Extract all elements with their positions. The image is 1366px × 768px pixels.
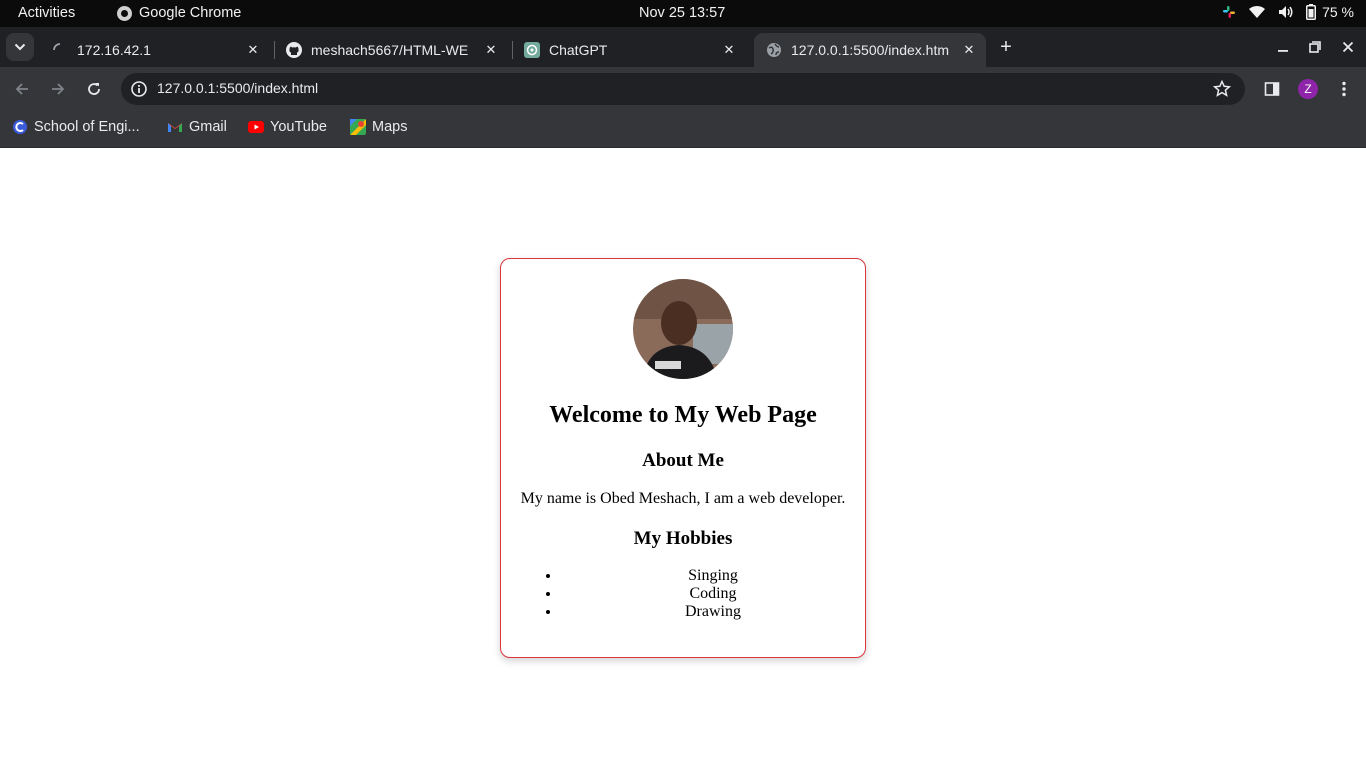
bookmark-label: Maps <box>372 119 408 135</box>
loading-spinner-icon <box>52 42 68 58</box>
close-window-button[interactable] <box>1336 35 1360 59</box>
bookmark-youtube[interactable]: YouTube <box>248 119 327 135</box>
back-button[interactable] <box>8 75 36 103</box>
bookmark-label: YouTube <box>270 119 327 135</box>
more-vertical-icon <box>1342 81 1346 97</box>
bookmark-school[interactable]: School of Engi... <box>12 119 140 135</box>
gmail-icon <box>167 119 183 135</box>
url-text[interactable]: 127.0.0.1:5500/index.html <box>157 80 318 96</box>
tab-2[interactable]: meshach5667/HTML-WE ✕ <box>278 33 508 67</box>
list-item: Singing <box>561 567 865 585</box>
back-arrow-icon <box>15 83 28 95</box>
chevron-down-icon <box>14 43 26 51</box>
close-icon[interactable]: ✕ <box>244 42 262 58</box>
tab-3[interactable]: ChatGPT ✕ <box>516 33 746 67</box>
tab-separator <box>274 41 275 59</box>
wifi-icon[interactable] <box>1248 5 1266 19</box>
hobbies-heading: My Hobbies <box>633 528 733 549</box>
bookmark-gmail[interactable]: Gmail <box>167 119 227 135</box>
page-title: Welcome to My Web Page <box>549 402 817 428</box>
side-panel-button[interactable] <box>1258 75 1286 103</box>
chrome-icon <box>117 5 132 21</box>
reload-button[interactable] <box>80 75 108 103</box>
bookmark-label: School of Engi... <box>34 119 140 135</box>
profile-photo <box>633 279 733 379</box>
reload-icon <box>88 83 100 95</box>
minimize-icon <box>1278 50 1288 52</box>
battery-icon[interactable] <box>1306 4 1317 20</box>
app-menu[interactable]: Google Chrome <box>117 5 241 21</box>
close-icon[interactable]: ✕ <box>960 42 978 58</box>
minimize-button[interactable] <box>1271 35 1295 59</box>
restore-icon <box>1309 41 1321 53</box>
hobbies-list: Singing Coding Drawing <box>541 567 865 621</box>
tab-search-button[interactable] <box>6 33 34 61</box>
tab-separator <box>512 41 513 59</box>
maximize-button[interactable] <box>1303 35 1327 59</box>
maps-icon <box>350 119 366 135</box>
slack-icon[interactable] <box>1222 5 1236 19</box>
tab-title: meshach5667/HTML-WE <box>311 42 469 58</box>
bookmarks-bar: School of Engi... Gmail YouTube Maps <box>0 111 1366 148</box>
forward-arrow-icon <box>52 83 65 95</box>
about-text: My name is Obed Meshach, I am a web deve… <box>520 490 846 507</box>
profile-card: Welcome to My Web Page About Me My name … <box>500 258 866 658</box>
tab-title: ChatGPT <box>549 42 608 58</box>
list-item: Coding <box>561 585 865 603</box>
app-name: Google Chrome <box>139 5 242 21</box>
chatgpt-icon <box>524 42 540 58</box>
bookmark-maps[interactable]: Maps <box>350 119 407 135</box>
side-panel-icon <box>1264 82 1280 96</box>
clock[interactable]: Nov 25 13:57 <box>639 5 725 21</box>
site-info-icon[interactable] <box>129 79 149 99</box>
youtube-icon <box>248 119 264 135</box>
github-icon <box>286 42 302 58</box>
tab-title: 172.16.42.1 <box>77 42 151 58</box>
globe-icon <box>766 42 782 58</box>
school-icon <box>12 119 28 135</box>
tab-1[interactable]: 172.16.42.1 ✕ <box>44 33 270 67</box>
about-heading: About Me <box>642 450 724 471</box>
forward-button[interactable] <box>44 75 72 103</box>
system-top-bar: Activities Google Chrome Nov 25 13:57 75… <box>0 0 1366 27</box>
system-tray[interactable]: 75 % <box>1222 4 1354 20</box>
profile-avatar[interactable]: Z <box>1298 79 1318 99</box>
new-tab-button[interactable]: + <box>996 35 1016 59</box>
browser-toolbar: 127.0.0.1:5500/index.html Z <box>0 67 1366 111</box>
activities-button[interactable]: Activities <box>18 5 75 21</box>
bookmark-label: Gmail <box>189 119 227 135</box>
close-icon[interactable]: ✕ <box>482 42 500 58</box>
tab-strip: 172.16.42.1 ✕ meshach5667/HTML-WE ✕ Chat… <box>0 27 1366 67</box>
bookmark-star-icon[interactable] <box>1212 79 1232 99</box>
close-icon[interactable]: ✕ <box>720 42 738 58</box>
battery-percentage: 75 % <box>1322 4 1354 20</box>
tab-active[interactable]: 127.0.0.1:5500/index.htm ✕ <box>754 33 986 67</box>
address-bar[interactable]: 127.0.0.1:5500/index.html <box>121 73 1245 105</box>
volume-icon[interactable] <box>1278 5 1294 19</box>
chrome-menu-button[interactable] <box>1330 75 1358 103</box>
tab-title: 127.0.0.1:5500/index.htm <box>791 42 950 58</box>
list-item: Drawing <box>561 603 865 621</box>
close-icon <box>1342 41 1354 53</box>
